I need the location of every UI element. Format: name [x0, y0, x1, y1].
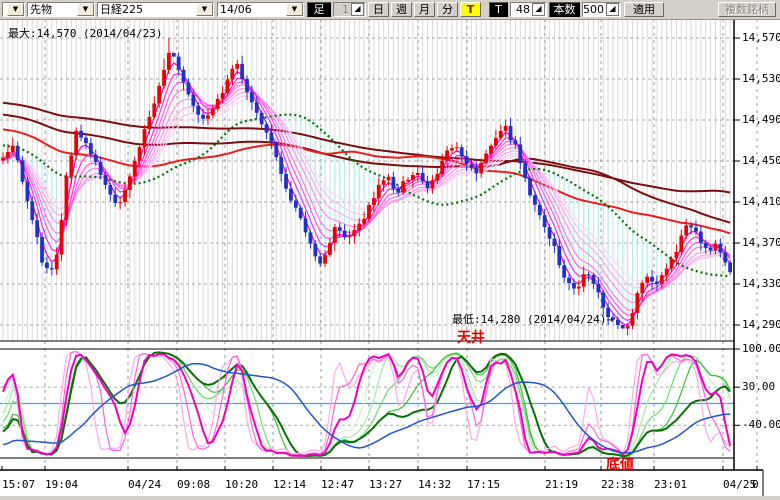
- tick-count-value: 48: [511, 3, 531, 16]
- chart-application-window: ▼ 先物 ▼ 日経225 ▼ 14/06 ▼ 足 1 ◢ 日 週 月 分 T T…: [0, 0, 780, 500]
- spinner-icon[interactable]: ◢: [606, 3, 619, 16]
- period-button-tick-active[interactable]: T: [460, 2, 481, 17]
- osc-axis-label: -40.00: [742, 418, 780, 431]
- time-axis-label: 15:07: [2, 478, 35, 491]
- bottom-border-strip: [0, 496, 780, 500]
- period-button-week[interactable]: 週: [391, 2, 412, 17]
- price-axis-label: 14,370: [742, 236, 780, 249]
- time-axis-label: 12:14: [273, 478, 306, 491]
- spinner-icon[interactable]: ◢: [532, 3, 545, 16]
- mini-dropdown[interactable]: ▼: [2, 2, 25, 17]
- ceiling-annotation: 天井: [457, 327, 485, 347]
- time-axis-label: 22:38: [601, 478, 634, 491]
- time-axis-label: 17:15: [467, 478, 500, 491]
- price-axis-label: 14,490: [742, 113, 780, 126]
- price-axis-label: 14,570: [742, 31, 780, 44]
- time-axis-label: 14:32: [418, 478, 451, 491]
- time-axis-label: 09:08: [177, 478, 210, 491]
- chevron-down-icon[interactable]: ▼: [196, 3, 213, 16]
- price-axis-label: 14,290: [742, 318, 780, 331]
- max-price-annotation: 最大:14,570 (2014/04/23): [8, 25, 162, 41]
- period-button-month[interactable]: 月: [414, 2, 435, 17]
- time-axis-label: 23:01: [654, 478, 687, 491]
- interval-value: 1: [334, 3, 350, 16]
- chevron-down-icon[interactable]: ▼: [286, 3, 303, 16]
- chevron-down-icon[interactable]: ▼: [77, 3, 94, 16]
- ashi-label: 足: [307, 2, 331, 17]
- price-axis-label: 14,330: [742, 277, 780, 290]
- symbol-select[interactable]: 日経225 ▼: [97, 2, 214, 17]
- instrument-select[interactable]: 先物 ▼: [27, 2, 95, 17]
- period-button-day[interactable]: 日: [368, 2, 389, 17]
- time-axis-label: 0: [752, 478, 759, 491]
- chart-canvas[interactable]: [0, 0, 780, 500]
- tick-count-stepper[interactable]: 48 ◢: [510, 2, 547, 17]
- period-button-minute[interactable]: 分: [437, 2, 458, 17]
- contract-value: 14/06: [218, 3, 286, 16]
- time-axis-label: 04/24: [128, 478, 161, 491]
- time-axis-label: 10:20: [225, 478, 258, 491]
- time-axis-label: 21:19: [545, 478, 578, 491]
- bars-label: 本数: [549, 2, 580, 17]
- multi-symbol-button[interactable]: 複数銘柄: [718, 2, 776, 17]
- price-axis-label: 14,410: [742, 195, 780, 208]
- osc-axis-label: 100.00: [742, 342, 780, 355]
- bars-count-value: 500: [583, 3, 605, 16]
- symbol-value: 日経225: [98, 3, 196, 16]
- price-axis-label: 14,530: [742, 72, 780, 85]
- time-axis-label: 13:27: [369, 478, 402, 491]
- time-axis-label: 19:04: [45, 478, 78, 491]
- tick-label: T: [489, 2, 508, 17]
- interval-stepper[interactable]: 1 ◢: [333, 2, 366, 17]
- instrument-value: 先物: [28, 3, 77, 16]
- toolbar: ▼ 先物 ▼ 日経225 ▼ 14/06 ▼ 足 1 ◢ 日 週 月 分 T T…: [0, 0, 780, 20]
- osc-axis-label: 30.00: [742, 380, 775, 393]
- contract-month-select[interactable]: 14/06 ▼: [217, 2, 304, 17]
- price-axis-label: 14,450: [742, 154, 780, 167]
- time-axis-label: 12:47: [321, 478, 354, 491]
- chevron-down-icon[interactable]: ▼: [7, 3, 24, 16]
- min-price-annotation: 最低:14,280 (2014/04/24)→: [452, 311, 613, 327]
- bars-count-stepper[interactable]: 500 ◢: [582, 2, 621, 17]
- spinner-icon[interactable]: ◢: [351, 3, 364, 16]
- bottom-annotation: 底値: [606, 454, 634, 474]
- apply-button[interactable]: 適用: [624, 2, 664, 17]
